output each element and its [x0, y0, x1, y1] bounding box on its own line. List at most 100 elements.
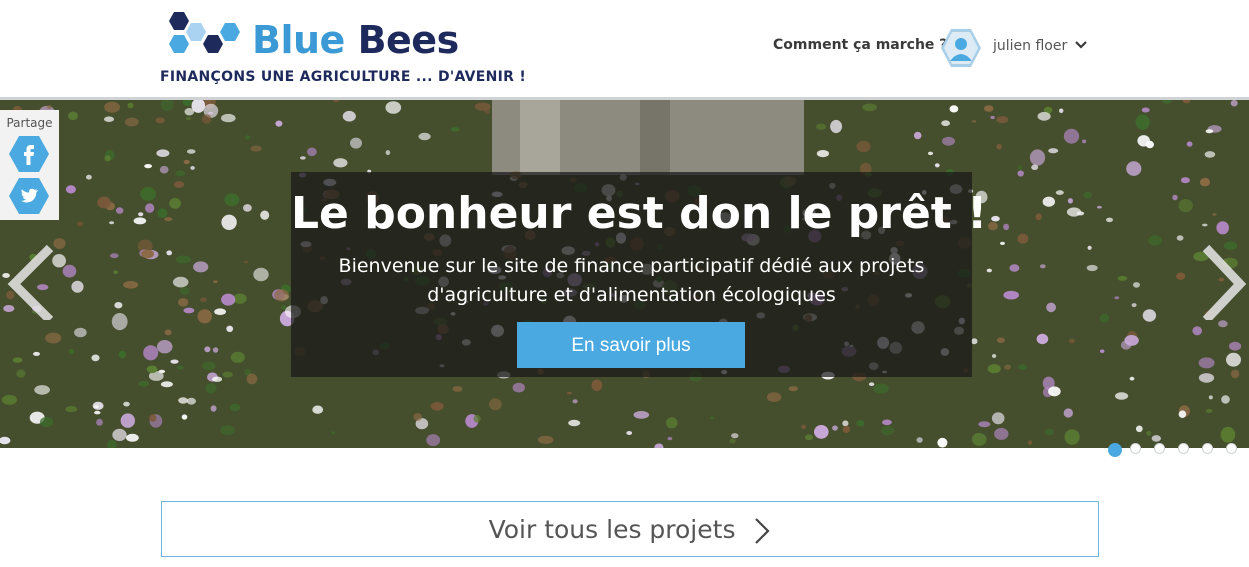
flower-mark — [1037, 111, 1051, 121]
flower-mark — [33, 351, 40, 356]
facebook-icon[interactable] — [9, 136, 49, 172]
flower-mark — [991, 412, 1005, 425]
flower-mark — [426, 434, 441, 447]
slider-dot[interactable] — [1108, 443, 1122, 457]
flower-mark — [1046, 302, 1056, 313]
flower-mark — [350, 137, 362, 149]
flower-mark — [133, 217, 147, 225]
slider-dot[interactable] — [1154, 443, 1165, 454]
flower-mark — [766, 392, 782, 402]
flower-mark — [633, 411, 650, 419]
flower-mark — [183, 159, 190, 165]
slider-dot[interactable] — [1202, 443, 1213, 454]
flower-mark — [114, 302, 123, 309]
flower-mark — [1018, 364, 1027, 370]
flower-mark — [149, 414, 157, 422]
flower-mark — [331, 431, 336, 435]
flower-mark — [34, 385, 50, 395]
next-slide-arrow-icon[interactable] — [1190, 240, 1249, 320]
view-all-projects-label: Voir tous les projets — [488, 515, 736, 544]
flower-mark — [882, 419, 892, 426]
flower-mark — [1, 395, 18, 405]
flower-mark — [1076, 211, 1085, 216]
flower-mark — [1031, 164, 1039, 171]
flower-mark — [109, 221, 115, 225]
flower-mark — [666, 417, 678, 429]
flower-mark — [86, 174, 92, 180]
hero-title: Le bonheur est don le prêt ! — [291, 188, 988, 239]
flower-mark — [243, 204, 252, 212]
flower-mark — [804, 434, 814, 441]
flower-mark — [567, 391, 572, 395]
flower-mark — [1042, 196, 1056, 207]
user-name[interactable]: julien floer — [993, 38, 1067, 54]
flower-mark — [996, 144, 1002, 150]
flower-mark — [146, 365, 158, 374]
flower-mark — [832, 425, 838, 431]
flower-mark — [994, 427, 1009, 440]
hero-subtitle: Bienvenue sur le site de finance partici… — [338, 255, 925, 306]
flower-mark — [173, 181, 185, 188]
user-avatar-icon[interactable] — [940, 27, 982, 69]
flower-mark — [1039, 264, 1046, 269]
flower-mark — [987, 222, 998, 231]
flower-mark — [1176, 272, 1186, 280]
flower-mark — [801, 424, 807, 429]
flower-mark — [110, 253, 119, 259]
flower-mark — [212, 347, 219, 353]
slider-dot[interactable] — [1130, 443, 1141, 454]
how-it-works-link[interactable]: Comment ça marche ? — [773, 37, 947, 53]
flower-mark — [175, 255, 191, 264]
flower-mark — [181, 414, 188, 420]
flower-mark — [175, 170, 186, 177]
flower-mark — [221, 293, 236, 306]
previous-slide-arrow-icon[interactable] — [0, 240, 60, 320]
flower-mark — [127, 102, 134, 109]
flower-mark — [1068, 338, 1075, 344]
flower-mark — [16, 369, 26, 378]
flower-mark — [934, 163, 940, 168]
flower-mark — [1086, 264, 1098, 272]
flower-mark — [1029, 149, 1046, 166]
slider-dot[interactable] — [1178, 443, 1189, 454]
flower-mark — [39, 416, 54, 428]
flower-mark — [159, 165, 169, 174]
flower-mark — [474, 102, 491, 111]
flower-mark — [452, 386, 463, 392]
flower-mark — [200, 297, 207, 303]
flower-mark — [512, 382, 525, 393]
flower-mark — [1115, 392, 1129, 400]
flower-mark — [1003, 290, 1019, 300]
flower-mark — [221, 113, 236, 123]
flower-mark — [222, 371, 233, 378]
flower-mark — [729, 438, 736, 444]
view-all-projects-button[interactable]: Voir tous les projets — [161, 501, 1099, 557]
flower-mark — [213, 280, 218, 283]
flower-mark — [868, 382, 875, 387]
flower-mark — [927, 151, 934, 156]
flower-mark — [123, 281, 139, 289]
flower-mark — [172, 276, 189, 288]
flower-mark — [1226, 352, 1241, 367]
chevron-down-icon[interactable] — [1073, 36, 1089, 52]
flower-mark — [591, 379, 603, 392]
flower-mark — [1027, 440, 1033, 445]
flower-mark — [68, 349, 75, 354]
flower-mark — [179, 287, 190, 295]
flower-mark — [842, 425, 851, 434]
flower-mark — [144, 164, 153, 169]
flower-mark — [190, 166, 195, 170]
logo-word-bees: Bees — [345, 18, 460, 62]
learn-more-button[interactable]: En savoir plus — [517, 322, 745, 368]
flower-mark — [65, 406, 78, 413]
flower-mark — [177, 365, 184, 370]
flower-mark — [112, 428, 127, 441]
flower-mark — [830, 119, 843, 134]
flower-mark — [243, 260, 249, 264]
flower-mark — [788, 386, 798, 392]
twitter-icon[interactable] — [9, 178, 49, 214]
flower-mark — [178, 298, 189, 307]
flower-mark — [230, 351, 245, 363]
slider-dot[interactable] — [1226, 443, 1237, 454]
flower-mark — [224, 193, 240, 207]
